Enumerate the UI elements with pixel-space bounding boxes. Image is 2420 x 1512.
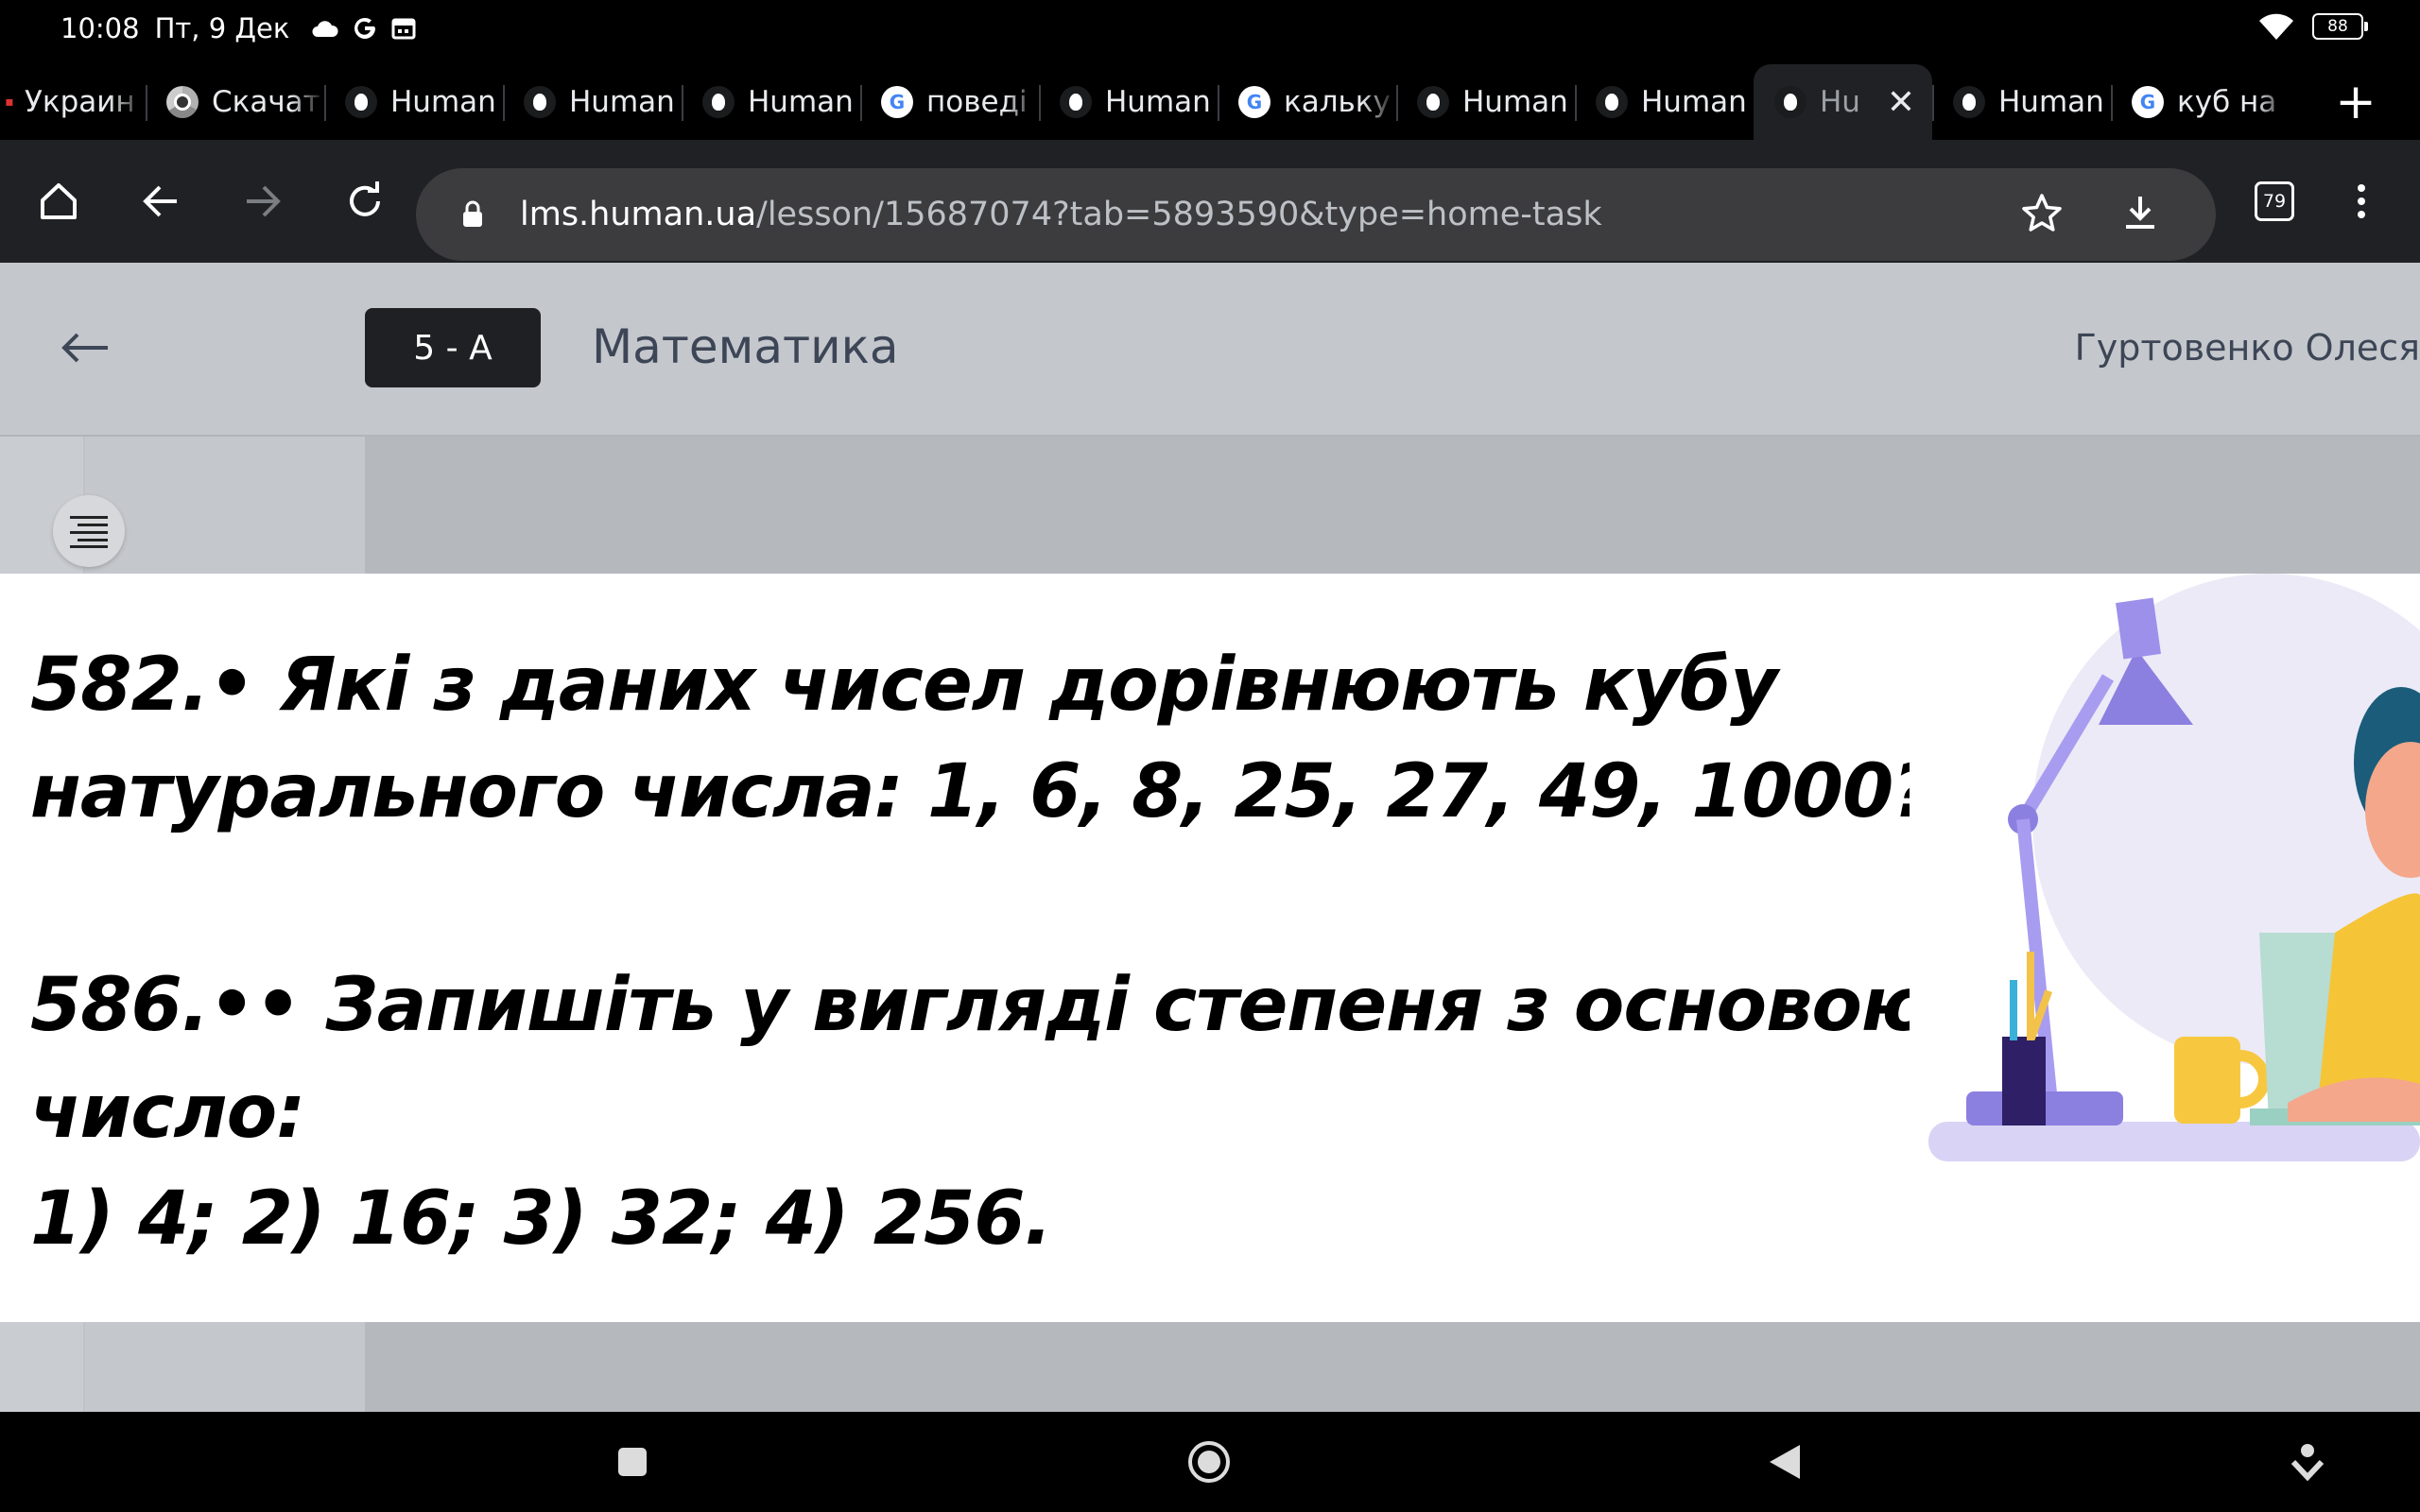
chevron-down-icon <box>2290 1444 2325 1481</box>
student-desk-illustration <box>1910 574 2420 1322</box>
status-time: 10:08 <box>60 12 140 44</box>
google-icon: G <box>881 86 913 118</box>
home-icon <box>41 183 77 219</box>
address-bar[interactable]: lms.human.ua/lesson/15687074?tab=5893590… <box>416 168 2216 261</box>
status-notification-icons <box>310 15 416 42</box>
tab-label: Украин <box>25 85 135 119</box>
tab-human-7[interactable]: Human <box>1932 64 2111 140</box>
tab-label: Human <box>748 85 854 119</box>
task-text: 582.• Які з даних чисел дорівнюють кубу … <box>30 632 2008 1273</box>
arrow-right-icon <box>247 185 281 217</box>
ukraine-flag-icon: ▪ <box>5 94 14 110</box>
human-icon <box>1417 86 1449 118</box>
google-icon: G <box>2132 86 2164 118</box>
lesson-menu-button[interactable] <box>53 495 125 567</box>
tab-download[interactable]: Скачат <box>146 64 324 140</box>
back-arrow-icon[interactable] <box>59 329 112 370</box>
more-vert-icon <box>2358 184 2365 218</box>
tab-human-active[interactable]: Hu ✕ <box>1754 64 1932 140</box>
class-badge: 5 - A <box>365 308 541 387</box>
forward-button[interactable] <box>234 173 291 230</box>
human-icon <box>1774 86 1806 118</box>
tab-google-calculator[interactable]: G кальку <box>1218 64 1396 140</box>
tab-human-4[interactable]: Human <box>1039 64 1218 140</box>
browser-tab-strip: ▪ Украин Скачат Human Human Human G пове… <box>0 64 2420 140</box>
bookmark-star-icon[interactable] <box>2019 191 2065 240</box>
reload-button[interactable] <box>337 173 393 230</box>
cloud-icon <box>312 21 338 37</box>
url-path: /lesson/15687074?tab=5893590&type=home-t… <box>756 196 1602 233</box>
chrome-icon <box>166 86 199 118</box>
back-triangle-icon <box>1770 1445 1800 1479</box>
human-icon <box>1953 86 1985 118</box>
text-lines-icon <box>70 516 108 548</box>
recents-button[interactable] <box>609 1438 656 1486</box>
lesson-header: 5 - A Математика Гуртовенко Олеся <box>0 263 2420 437</box>
tab-label: Human <box>1462 85 1568 119</box>
task-spacer <box>30 846 1921 953</box>
task-586-line-2: число: <box>30 1070 305 1155</box>
browser-toolbar: lms.human.ua/lesson/15687074?tab=5893590… <box>0 140 2420 263</box>
human-icon <box>345 86 377 118</box>
tab-human-5[interactable]: Human <box>1396 64 1575 140</box>
url-host: lms.human.ua <box>520 196 757 233</box>
google-icon: G <box>1238 86 1270 118</box>
human-icon <box>1060 86 1092 118</box>
calendar-icon <box>391 18 416 40</box>
tab-label: кальку <box>1284 85 1391 119</box>
tab-label: куб на <box>2177 85 2277 119</box>
battery-icon: 88 <box>2312 13 2368 40</box>
task-586-line-1: 586.•• Запишіть у вигляді степеня з осно… <box>30 963 2008 1048</box>
android-nav-bar <box>0 1412 2420 1512</box>
wifi-icon <box>2259 13 2293 40</box>
back-button[interactable] <box>132 173 189 230</box>
home-task-image: 582.• Які з даних чисел дорівнюють кубу … <box>0 574 2420 1322</box>
status-bar: 10:08 Пт, 9 Дек 88 <box>0 0 2420 57</box>
hide-keyboard-button[interactable] <box>2284 1438 2331 1486</box>
tab-count-icon: 79 <box>2255 181 2294 221</box>
tab-label: Hu <box>1820 85 1860 119</box>
human-icon <box>702 86 735 118</box>
tab-human-3[interactable]: Human <box>682 64 860 140</box>
tab-human-2[interactable]: Human <box>503 64 682 140</box>
reload-icon <box>350 181 380 216</box>
url-text: lms.human.ua/lesson/15687074?tab=5893590… <box>520 196 1602 233</box>
arrow-left-icon <box>143 185 177 217</box>
teacher-name: Гуртовенко Олеся <box>2074 327 2420 369</box>
tab-label: Human <box>390 85 496 119</box>
recents-icon <box>618 1448 647 1476</box>
lock-icon <box>454 199 492 230</box>
tab-human-6[interactable]: Human <box>1575 64 1754 140</box>
tab-human-1[interactable]: Human <box>324 64 503 140</box>
tab-label: Скачат <box>212 85 320 119</box>
back-nav-button[interactable] <box>1760 1438 1807 1486</box>
tab-label: поведі <box>926 85 1028 119</box>
tab-label: Human <box>1105 85 1211 119</box>
status-system-icons: 88 <box>2257 11 2368 42</box>
human-icon <box>524 86 556 118</box>
subject-title: Математика <box>592 319 899 374</box>
human-icon <box>1596 86 1628 118</box>
tab-google-behavior[interactable]: G поведі <box>860 64 1039 140</box>
home-nav-button[interactable] <box>1185 1438 1233 1486</box>
home-circle-icon <box>1188 1441 1230 1483</box>
close-tab-icon[interactable]: ✕ <box>1887 83 1915 122</box>
tab-google-cube[interactable]: G куб на <box>2111 64 2290 140</box>
home-button[interactable] <box>30 173 87 230</box>
tab-label: Human <box>569 85 675 119</box>
task-582-line-1: 582.• Які з даних чисел дорівнюють кубу <box>30 643 1778 728</box>
download-icon[interactable] <box>2118 191 2163 240</box>
tab-switcher-button[interactable]: 79 <box>2246 173 2303 230</box>
task-586-line-3: 1) 4; 2) 16; 3) 32; 4) 256. <box>30 1177 1052 1262</box>
task-582-line-2: натурального числа: 1, 6, 8, 25, 27, 49,… <box>30 749 1936 834</box>
google-icon <box>354 17 376 39</box>
tab-label: Human <box>1998 85 2104 119</box>
new-tab-button[interactable]: + <box>2308 64 2403 140</box>
status-date: Пт, 9 Дек <box>154 12 290 44</box>
tab-ukraine[interactable]: ▪ Украин <box>0 64 146 140</box>
tab-label: Human <box>1641 85 1747 119</box>
menu-button[interactable] <box>2333 173 2390 230</box>
